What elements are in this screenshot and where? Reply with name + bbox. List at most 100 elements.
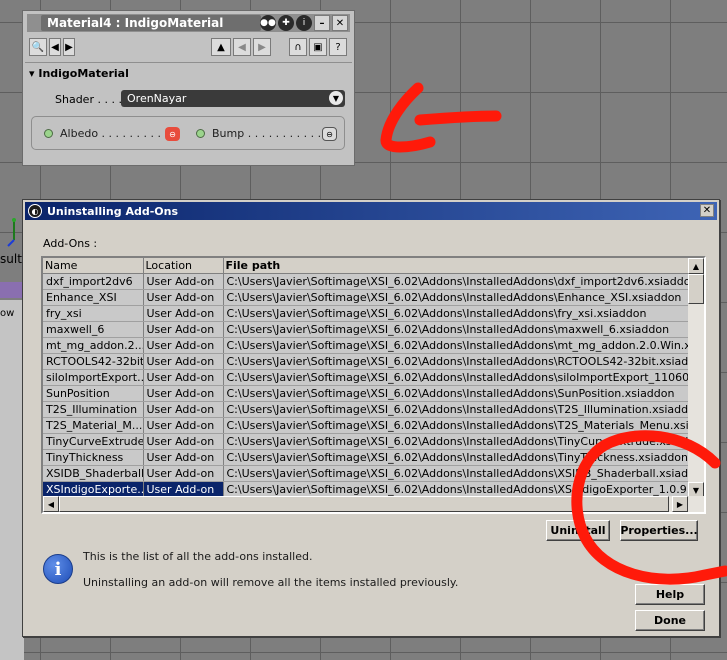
vertical-scroll-thumb[interactable] <box>688 274 704 304</box>
cell-name: dxf_import2dv6 <box>43 273 144 290</box>
albedo-animation-led-icon[interactable] <box>44 129 53 138</box>
column-header-file-path[interactable]: File path <box>223 258 689 274</box>
ppg-toolbar: 🔍 ◀ ▶ ▲ ◀ ▶ ∩ ▣ ? <box>29 38 349 58</box>
table-row[interactable]: siloImportExport... User Add-on C:\Users\J… <box>43 369 689 386</box>
section-header[interactable]: ▾ IndigoMaterial <box>29 67 129 80</box>
cell-name: SunPosition <box>43 385 144 402</box>
cell-name: T2S_Illumination <box>43 401 144 418</box>
cell-name: Enhance_XSI <box>43 289 144 306</box>
scroll-up-icon[interactable]: ▲ <box>688 258 704 274</box>
vertical-scrollbar[interactable]: ▲ ▼ <box>688 258 704 498</box>
cell-location: User Add-on <box>143 337 224 354</box>
cell-file-path: C:\Users\Javier\Softimage\XSI_6.02\Addon… <box>223 465 689 482</box>
home-icon[interactable]: ▲ <box>211 38 231 56</box>
cell-location: User Add-on <box>143 353 224 370</box>
horizontal-scrollbar[interactable]: ◀ ▶ <box>43 496 704 512</box>
info-round-icon[interactable]: i <box>296 15 312 31</box>
scroll-right-icon[interactable]: ▶ <box>672 496 688 512</box>
minimize-button[interactable]: – <box>314 15 330 31</box>
softimage-app-icon: ◐ <box>28 204 42 218</box>
next-arrow-icon[interactable]: ▶ <box>63 38 75 56</box>
prev-arrow-icon[interactable]: ◀ <box>49 38 61 56</box>
cell-file-path: C:\Users\Javier\Softimage\XSI_6.02\Addon… <box>223 289 689 306</box>
red-arrow-scribble <box>380 82 502 153</box>
dialog-title-bar[interactable]: ◐ Uninstalling Add-Ons ✕ <box>25 202 717 220</box>
column-header-name[interactable]: Name <box>43 258 144 274</box>
cell-location: User Add-on <box>143 289 224 306</box>
back-icon[interactable]: ◀ <box>233 38 251 56</box>
table-row[interactable]: mt_mg_addon.2... User Add-on C:\Users\Javi… <box>43 337 689 354</box>
scroll-left-icon[interactable]: ◀ <box>43 496 59 512</box>
lock-icon[interactable]: 🔍 <box>29 38 47 56</box>
cell-name: siloImportExport... <box>43 369 144 386</box>
parameter-group: Albedo . . . . . . . . . ⊖ Bump . . . . … <box>31 116 345 150</box>
column-header-location[interactable]: Location <box>143 258 224 274</box>
shader-label: Shader . . . . . <box>55 93 129 106</box>
ppg-title-bar[interactable]: Material4 : IndigoMaterial ●● ✚ i – ✕ <box>27 14 350 32</box>
cell-location: User Add-on <box>143 369 224 386</box>
table-header-row: Name Location File path <box>43 258 689 274</box>
dialog-close-button[interactable]: ✕ <box>700 204 714 217</box>
dialog-title: Uninstalling Add-Ons <box>47 204 178 218</box>
cell-file-path: C:\Users\Javier\Softimage\XSI_6.02\Addon… <box>223 305 689 322</box>
chevron-down-icon[interactable]: ▼ <box>329 91 343 105</box>
cell-name: T2S_Material_M... <box>43 417 144 434</box>
done-button[interactable]: Done <box>635 610 705 631</box>
view-icon[interactable]: ●● <box>260 15 276 31</box>
cell-location: User Add-on <box>143 465 224 482</box>
bump-label: Bump . . . . . . . . . . . <box>212 127 322 140</box>
cell-file-path: C:\Users\Javier\Softimage\XSI_6.02\Addon… <box>223 433 689 450</box>
cell-location: User Add-on <box>143 273 224 290</box>
cell-location: User Add-on <box>143 305 224 322</box>
cell-file-path: C:\Users\Javier\Softimage\XSI_6.02\Addon… <box>223 385 689 402</box>
table-row[interactable]: T2S_Material_M... User Add-on C:\Users\Jav… <box>43 417 689 434</box>
cell-location: User Add-on <box>143 433 224 450</box>
cell-file-path: C:\Users\Javier\Softimage\XSI_6.02\Addon… <box>223 369 689 386</box>
shader-value: OrenNayar <box>127 92 187 105</box>
table-row[interactable]: TinyCurveExtrude User Add-on C:\Users\Javi… <box>43 433 689 450</box>
bump-animation-led-icon[interactable] <box>196 129 205 138</box>
cell-name: fry_xsi <box>43 305 144 322</box>
cell-file-path: C:\Users\Javier\Softimage\XSI_6.02\Addon… <box>223 449 689 466</box>
table-row[interactable]: RCTOOLS42-32bit User Add-on C:\Users\Javie… <box>43 353 689 370</box>
horizontal-scroll-thumb[interactable] <box>59 496 669 512</box>
table-row[interactable]: maxwell_6 User Add-on C:\Users\Javier\Soft… <box>43 321 689 338</box>
bump-connection-plug-icon[interactable]: ⊖ <box>322 127 337 141</box>
addons-table: Name Location File path dxf_import2dv6 Us… <box>43 258 689 498</box>
cell-name: XSIndigoExporte... <box>43 481 144 498</box>
cell-file-path: C:\Users\Javier\Softimage\XSI_6.02\Addon… <box>223 321 689 338</box>
help-icon[interactable]: ? <box>329 38 347 56</box>
addons-list[interactable]: Name Location File path dxf_import2dv6 Us… <box>41 256 706 514</box>
ppg-title: Material4 : IndigoMaterial <box>41 15 261 31</box>
viewport-side-panel <box>0 300 24 660</box>
magnet-icon[interactable]: ∩ <box>289 38 307 56</box>
albedo-connection-plug-icon[interactable]: ⊖ <box>165 127 180 141</box>
table-row[interactable]: T2S_Illumination User Add-on C:\Users\Javi… <box>43 401 689 418</box>
shader-dropdown[interactable]: OrenNayar ▼ <box>121 90 345 107</box>
table-row[interactable]: TinyThickness User Add-on C:\Users\Javier\… <box>43 449 689 466</box>
table-row[interactable]: XSIndigoExporte... User Add-on C:\Users\Ja… <box>43 481 689 498</box>
viewport-label: sult <box>0 252 22 266</box>
addons-label: Add-Ons : <box>43 237 98 250</box>
properties-button[interactable]: Properties... <box>620 520 698 541</box>
close-button[interactable]: ✕ <box>332 15 348 31</box>
cell-file-path: C:\Users\Javier\Softimage\XSI_6.02\Addon… <box>223 401 689 418</box>
uninstall-button[interactable]: Uninstall <box>546 520 610 541</box>
cell-name: RCTOOLS42-32bit <box>43 353 144 370</box>
help-button[interactable]: Help <box>635 584 705 605</box>
section-title: IndigoMaterial <box>38 67 129 80</box>
preset-icon[interactable]: ▣ <box>309 38 327 56</box>
table-row[interactable]: SunPosition User Add-on C:\Users\Javier\So… <box>43 385 689 402</box>
forward-icon[interactable]: ▶ <box>253 38 271 56</box>
table-row[interactable]: Enhance_XSI User Add-on C:\Users\Javier\So… <box>43 289 689 306</box>
info-text-2: Uninstalling an add-on will remove all t… <box>83 576 459 589</box>
cell-file-path: C:\Users\Javier\Softimage\XSI_6.02\Addon… <box>223 273 689 290</box>
cell-location: User Add-on <box>143 321 224 338</box>
table-row[interactable]: dxf_import2dv6 User Add-on C:\Users\Javier… <box>43 273 689 290</box>
info-text-1: This is the list of all the add-ons inst… <box>83 550 313 563</box>
globe-icon[interactable]: ✚ <box>278 15 294 31</box>
cell-location: User Add-on <box>143 401 224 418</box>
cell-location: User Add-on <box>143 481 224 498</box>
table-row[interactable]: XSIDB_Shaderball User Add-on C:\Users\Javi… <box>43 465 689 482</box>
table-row[interactable]: fry_xsi User Add-on C:\Users\Javier\Softim… <box>43 305 689 322</box>
